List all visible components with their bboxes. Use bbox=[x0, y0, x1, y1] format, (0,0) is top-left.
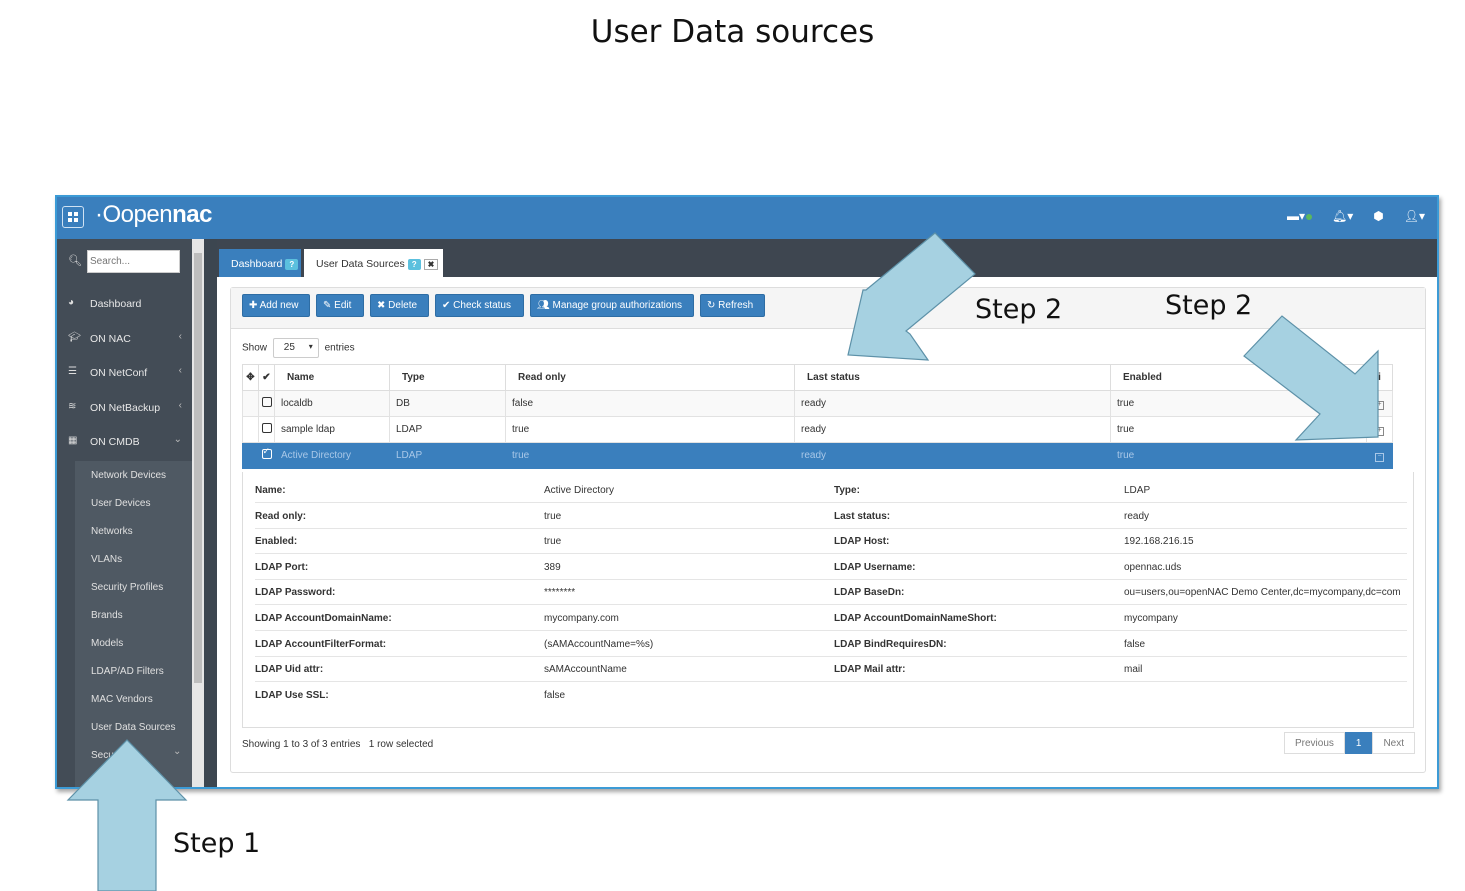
step1-arrow-up bbox=[66, 739, 188, 891]
step2-arrow-right bbox=[1243, 315, 1379, 441]
step2-arrow-left bbox=[847, 232, 976, 361]
step2-label-right: Step 2 bbox=[1165, 290, 1253, 321]
step1-label: Step 1 bbox=[173, 828, 261, 859]
annotation-arrows bbox=[66, 232, 1379, 891]
step2-label: Step 2 bbox=[975, 294, 1063, 325]
